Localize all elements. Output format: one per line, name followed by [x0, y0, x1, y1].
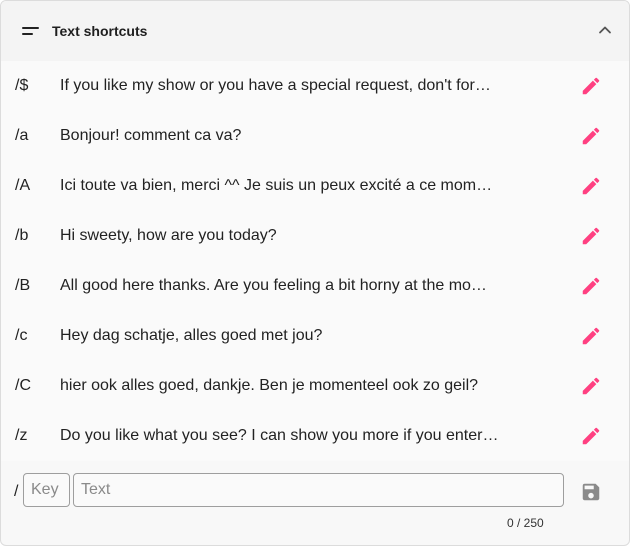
shortcut-text: hier ook alles goed, dankje. Ben je mome… — [60, 377, 479, 394]
shortcut-row: /C hier ook alles goed, dankje. Ben je mo… — [1, 361, 629, 411]
edit-shortcut-button[interactable] — [579, 424, 603, 448]
edit-shortcut-button[interactable] — [579, 324, 603, 348]
shortcut-key: /b — [15, 227, 29, 244]
shortcut-row: /z Do you like what you see? I can show y… — [1, 411, 629, 461]
edit-shortcut-button[interactable] — [579, 374, 603, 398]
shortcut-text: Hey dag schatje, alles goed met jou? — [60, 327, 323, 344]
shortcut-row: /A Ici toute va bien, merci ^^ Je suis un… — [1, 161, 629, 211]
shortcut-row: /c Hey dag schatje, alles goed met jou? — [1, 311, 629, 361]
shortcut-row: /a Bonjour! comment ca va? — [1, 111, 629, 161]
edit-shortcut-button[interactable] — [579, 174, 603, 198]
chevron-up-icon[interactable] — [597, 22, 613, 38]
shortcut-text: Hi sweety, how are you today? — [60, 227, 277, 244]
key-input[interactable] — [23, 473, 70, 507]
edit-shortcut-button[interactable] — [579, 224, 603, 248]
pencil-icon — [582, 427, 600, 445]
pencil-icon — [582, 77, 600, 95]
shortcut-row: /b Hi sweety, how are you today? — [1, 211, 629, 261]
shortcut-text: Ici toute va bien, merci ^^ Je suis un p… — [60, 177, 493, 194]
shortcut-key: /z — [15, 427, 28, 444]
shortcut-key: /B — [15, 277, 31, 294]
edit-shortcut-button[interactable] — [579, 274, 603, 298]
pencil-icon — [582, 227, 600, 245]
panel-title: Text shortcuts — [52, 23, 148, 39]
shortcut-key: /A — [15, 177, 31, 194]
new-shortcut-row: / 0 / 250 — [1, 471, 629, 531]
key-prefix: / — [14, 483, 19, 500]
shortcut-text: All good here thanks. Are you feeling a … — [60, 277, 487, 294]
shortcut-key: /c — [15, 327, 28, 344]
pencil-icon — [582, 327, 600, 345]
pencil-icon — [582, 177, 600, 195]
pencil-icon — [582, 377, 600, 395]
panel-header[interactable]: Text shortcuts — [1, 1, 629, 61]
edit-shortcut-button[interactable] — [579, 124, 603, 148]
sort-lines-icon — [22, 27, 40, 35]
char-counter: 0 / 250 — [507, 516, 544, 530]
text-shortcuts-panel: Text shortcuts /$ If you like my show or … — [0, 0, 630, 546]
shortcut-row: /$ If you like my show or you have a spec… — [1, 61, 629, 111]
shortcut-key: /C — [15, 377, 31, 394]
pencil-icon — [582, 127, 600, 145]
shortcut-key: /a — [15, 127, 29, 144]
shortcut-list: /$ If you like my show or you have a spec… — [1, 61, 629, 461]
text-input[interactable] — [73, 473, 564, 507]
edit-shortcut-button[interactable] — [579, 74, 603, 98]
shortcut-text: If you like my show or you have a specia… — [60, 77, 491, 94]
shortcut-key: /$ — [15, 77, 29, 94]
save-icon[interactable] — [580, 481, 602, 503]
pencil-icon — [582, 277, 600, 295]
shortcut-row: /B All good here thanks. Are you feeling … — [1, 261, 629, 311]
shortcut-text: Bonjour! comment ca va? — [60, 127, 242, 144]
shortcut-text: Do you like what you see? I can show you… — [60, 427, 499, 444]
